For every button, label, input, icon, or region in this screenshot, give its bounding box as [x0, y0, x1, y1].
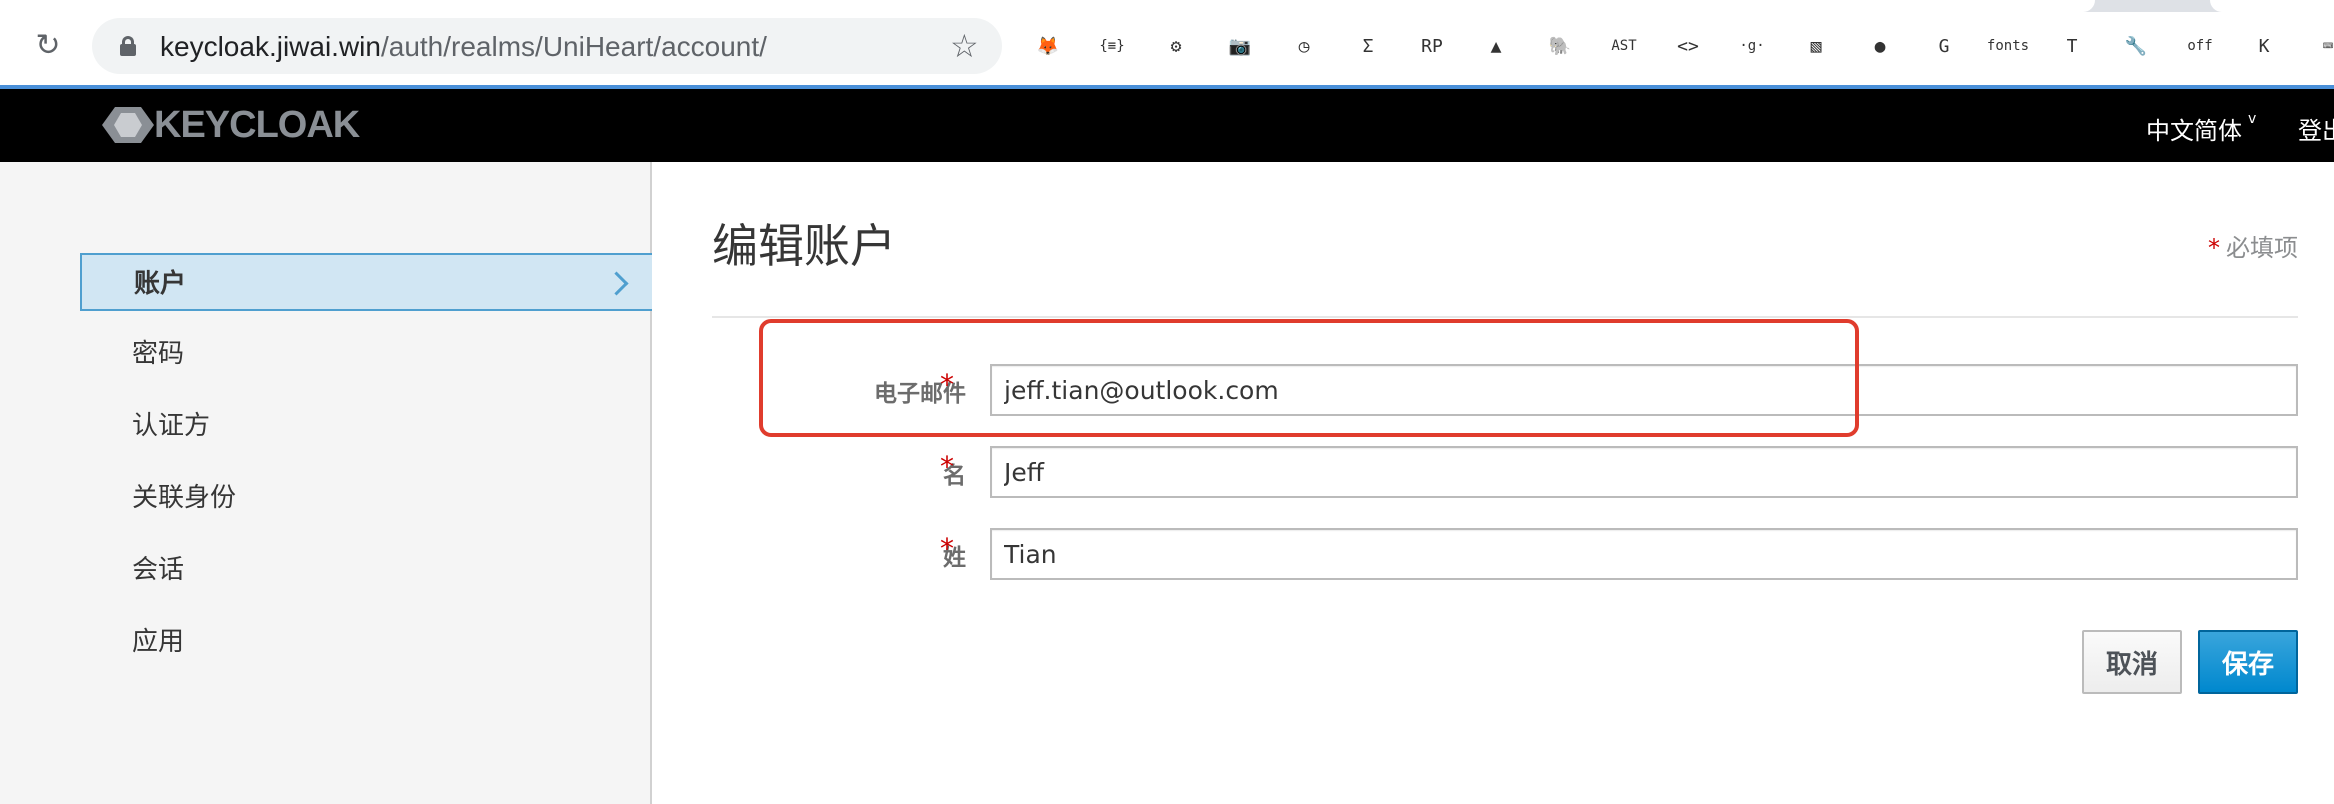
- main-content: 编辑账户 *必填项 电子邮件 * 名 * 姓 * 取消 保存: [654, 162, 2334, 804]
- logo-text: KEYCLOAK: [154, 103, 360, 146]
- code-brackets-icon[interactable]: <>: [1670, 28, 1706, 64]
- sidebar-item-label: 账户: [134, 269, 187, 299]
- address-bar[interactable]: keycloak.jiwai.win/auth/realms/UniHeart/…: [92, 18, 1002, 74]
- fonts-icon[interactable]: fonts: [1987, 28, 2029, 64]
- email-field[interactable]: [990, 364, 2298, 416]
- language-label: 中文简体: [2146, 117, 2242, 145]
- off-badge-icon[interactable]: off: [2182, 28, 2218, 64]
- required-star: *: [940, 532, 954, 565]
- first-name-field[interactable]: [990, 446, 2298, 498]
- clock-check-icon[interactable]: ◷: [1286, 28, 1322, 64]
- k-orange-icon[interactable]: K: [2246, 28, 2282, 64]
- sidebar-item-applications[interactable]: 应用: [80, 613, 652, 671]
- json-formatter-icon[interactable]: {≡}: [1094, 28, 1130, 64]
- last-name-field[interactable]: [990, 528, 2298, 580]
- sidebar-item-sessions[interactable]: 会话: [80, 541, 652, 599]
- sidebar: 账户 密码 认证方 关联身份 会话 应用: [0, 162, 652, 804]
- url-path: /auth/realms/UniHeart/account/: [380, 31, 767, 62]
- browser-chrome: ↻ keycloak.jiwai.win/auth/realms/UniHear…: [0, 0, 2334, 89]
- ast-icon[interactable]: AST: [1606, 28, 1642, 64]
- required-star: *: [2208, 234, 2220, 262]
- camera-icon[interactable]: 📷: [1222, 28, 1258, 64]
- email-label: 电子邮件: [874, 381, 966, 407]
- metamask-fox-icon[interactable]: 🦊: [1030, 28, 1066, 64]
- reload-icon[interactable]: ↻: [30, 28, 66, 64]
- sigma-icon[interactable]: Σ: [1350, 28, 1386, 64]
- lighthouse-icon[interactable]: ▲: [1478, 28, 1514, 64]
- logout-link[interactable]: 登出: [2298, 111, 2334, 146]
- url-host: keycloak.jiwai.win: [160, 31, 381, 62]
- required-star: *: [940, 450, 954, 483]
- keycloak-logo[interactable]: KEYCLOAK: [98, 101, 360, 149]
- tab-strip: [0, 0, 2334, 12]
- cancel-button[interactable]: 取消: [2082, 630, 2182, 694]
- bookmark-star-icon[interactable]: ☆: [950, 28, 979, 64]
- save-button[interactable]: 保存: [2198, 630, 2298, 694]
- github-icon[interactable]: ●: [1862, 28, 1898, 64]
- elephant-icon[interactable]: 🐘: [1542, 28, 1578, 64]
- required-star: *: [940, 368, 954, 401]
- sidebar-item-label: 关联身份: [132, 483, 237, 513]
- language-selector[interactable]: 中文简体 v: [2146, 111, 2256, 146]
- app-header: KEYCLOAK 中文简体 v 登出: [0, 89, 2334, 162]
- last-name-label: 姓: [943, 545, 966, 571]
- sidebar-item-label: 密码: [132, 339, 185, 369]
- required-fields-note: * 必填项: [2208, 228, 2298, 263]
- divider: [712, 316, 2298, 318]
- keyboard-icon[interactable]: ⌨: [2310, 28, 2334, 64]
- sidebar-item-password[interactable]: 密码: [80, 325, 652, 383]
- lock-icon: [120, 36, 136, 56]
- sidebar-item-label: 认证方: [132, 411, 211, 441]
- g-icon[interactable]: ·g·: [1734, 28, 1770, 64]
- pattern-icon[interactable]: ▧: [1798, 28, 1834, 64]
- page-title: 编辑账户: [712, 219, 896, 273]
- g-orange-icon[interactable]: G: [1926, 28, 1962, 64]
- sidebar-item-label: 会话: [132, 555, 185, 585]
- sidebar-item-federated-identity[interactable]: 关联身份: [80, 469, 652, 527]
- sidebar-item-label: 应用: [132, 627, 185, 657]
- url-text[interactable]: keycloak.jiwai.win/auth/realms/UniHeart/…: [160, 31, 767, 63]
- sidebar-item-authenticator[interactable]: 认证方: [80, 397, 652, 455]
- sidebar-item-account[interactable]: 账户: [80, 253, 652, 311]
- chevron-right-icon: [608, 255, 628, 313]
- wrench-icon[interactable]: 🔧: [2118, 28, 2154, 64]
- chevron-down-icon: v: [2248, 111, 2257, 127]
- network-tree-icon[interactable]: ⚙: [1158, 28, 1194, 64]
- rp-icon[interactable]: RP: [1414, 28, 1450, 64]
- first-name-label: 名: [943, 463, 966, 489]
- t-circle-icon[interactable]: T: [2054, 28, 2090, 64]
- required-note-label: 必填项: [2226, 234, 2298, 262]
- keycloak-hex-icon: [98, 103, 158, 147]
